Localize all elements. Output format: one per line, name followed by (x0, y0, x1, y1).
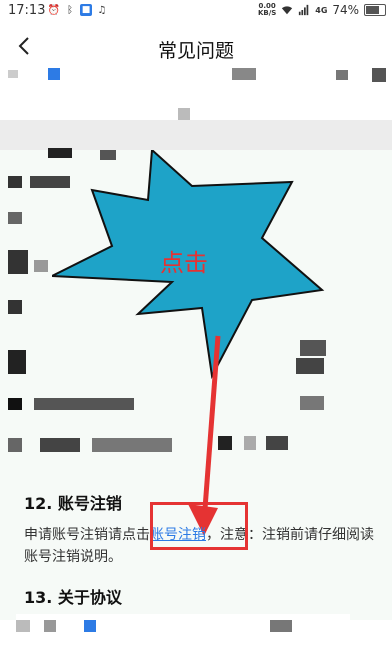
mosaic-block (48, 68, 60, 80)
mosaic-block (8, 70, 18, 78)
mosaic-block (34, 260, 48, 272)
callout-label: 点击 (160, 249, 208, 277)
app-notification-icon: ■ (80, 4, 92, 16)
mosaic-block (8, 212, 22, 224)
qq-icon: ♫ (97, 4, 107, 16)
faq-item-title: 13. 关于协议 (24, 588, 122, 607)
mosaic-block (372, 68, 386, 82)
faq-body-prefix: 申请账号注销请点击 (24, 527, 150, 543)
status-time: 17:13 (8, 3, 46, 18)
mosaic-block (8, 176, 22, 188)
mosaic-block (44, 620, 56, 632)
mosaic-block (8, 350, 26, 374)
mosaic-block (232, 68, 256, 80)
signal-4g-icon: 4G (315, 5, 328, 15)
status-left-icons: ⏰ ᛒ ■ ♫ (48, 4, 108, 16)
mosaic-block (34, 398, 134, 410)
mosaic-block (336, 70, 348, 80)
wifi-icon (281, 4, 293, 16)
battery-fill (366, 6, 380, 14)
mosaic-block (266, 436, 288, 450)
battery-icon (364, 4, 386, 16)
alarm-icon: ⏰ (47, 4, 61, 16)
pixelated-content-top (0, 68, 392, 120)
title-bar: 常见问题 (0, 22, 392, 74)
battery-percent: 74% (332, 3, 359, 17)
mosaic-block (300, 396, 324, 410)
mosaic-block (270, 620, 292, 632)
mosaic-block (92, 438, 172, 452)
status-bar: 17:13 ⏰ ᛒ ■ ♫ 0.00 KB/S 4G 74% (0, 0, 392, 22)
mosaic-block (8, 398, 22, 410)
signal-icon (298, 4, 310, 16)
mosaic-block (178, 108, 190, 120)
page-title: 常见问题 (157, 40, 234, 62)
faq-item-title: 12. 账号注销 (24, 494, 122, 513)
mosaic-block (218, 436, 232, 450)
bluetooth-icon: ᛒ (67, 4, 73, 16)
pixelated-content-bottom (16, 614, 350, 656)
network-speed-unit: KB/S (257, 9, 277, 17)
mosaic-block (84, 620, 96, 632)
network-speed: 0.00 KB/S (258, 3, 276, 17)
mosaic-block (8, 300, 22, 314)
mosaic-block (16, 620, 30, 632)
mosaic-block (8, 250, 28, 274)
mosaic-block (40, 438, 80, 452)
highlight-box (150, 502, 248, 550)
mosaic-block (244, 436, 256, 450)
mosaic-block (8, 438, 22, 452)
section-divider (0, 120, 392, 150)
status-right-icons: 0.00 KB/S 4G 74% (258, 3, 386, 17)
